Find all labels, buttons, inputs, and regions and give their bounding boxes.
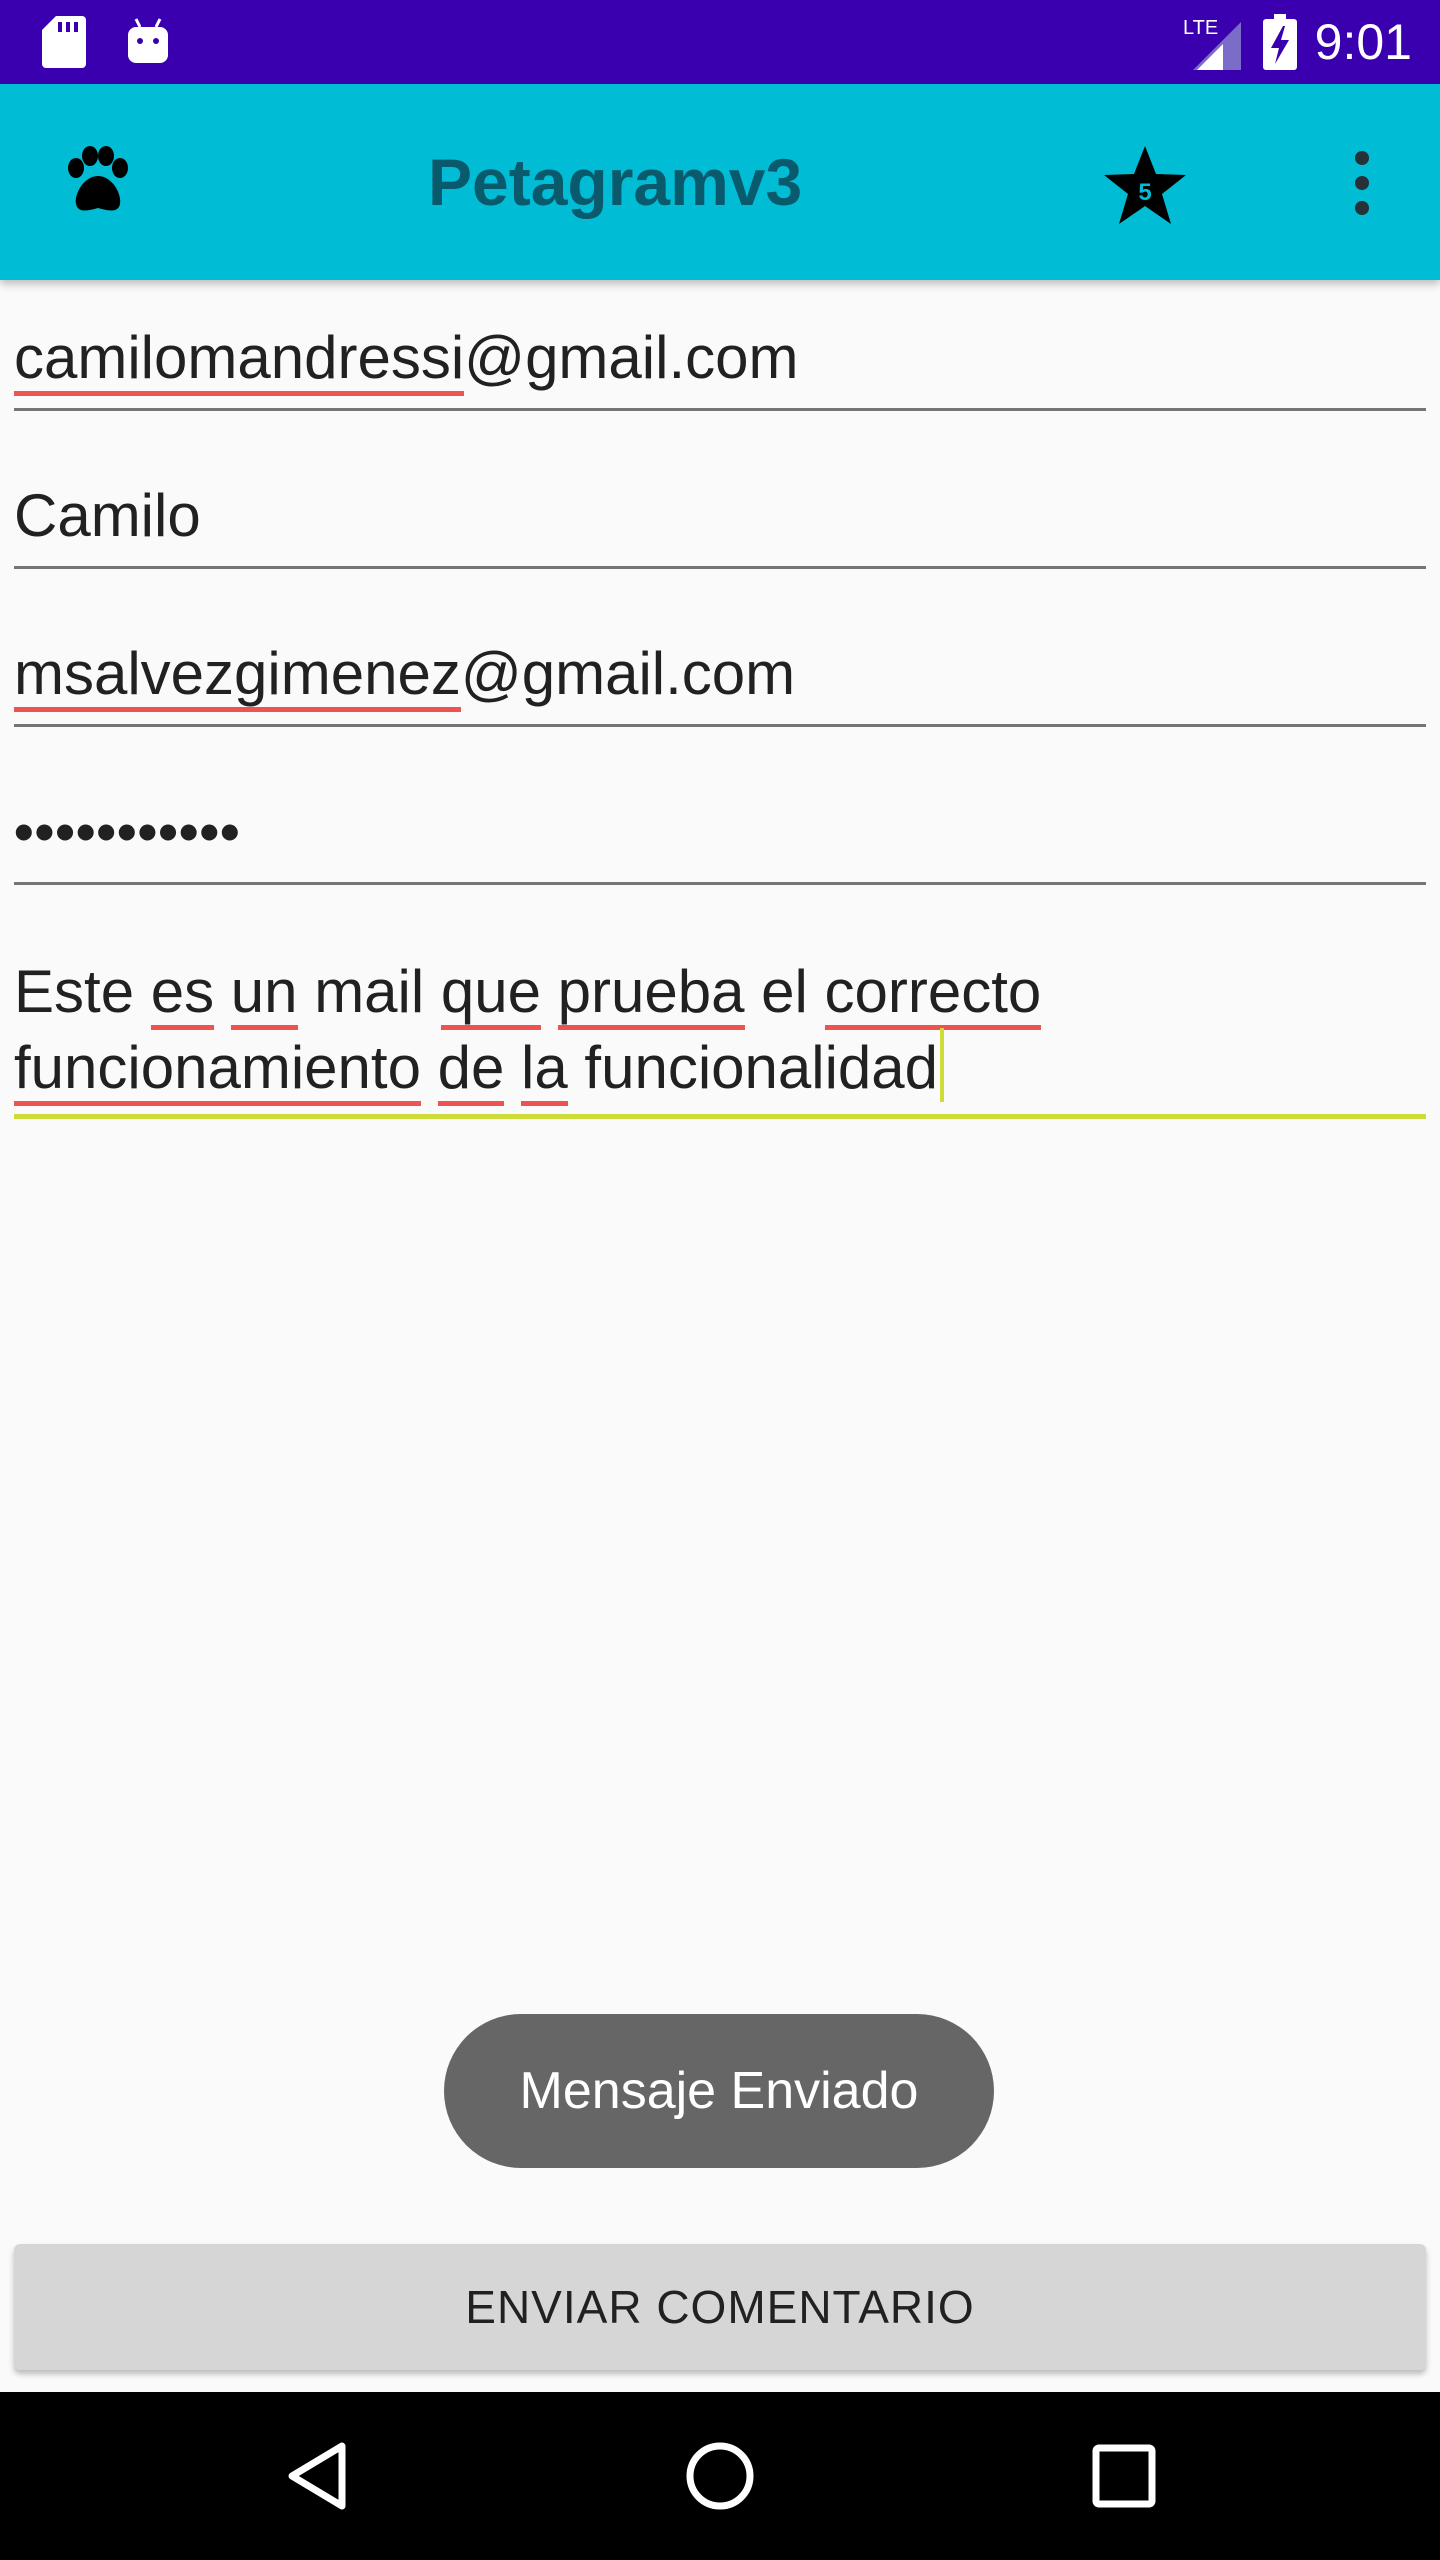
recipient-email-value: msalvezgimenez@gmail.com	[14, 638, 1426, 712]
sender-email-value: camilomandressi@gmail.com	[14, 322, 1426, 396]
name-value: Camilo	[14, 482, 201, 549]
navigation-bar	[0, 2392, 1440, 2560]
sd-card-icon	[42, 16, 86, 68]
star-badge: 5	[1138, 179, 1151, 206]
toast-message: Mensaje Enviado	[444, 2014, 994, 2168]
message-line-1: Este es un mail que prueba el correcto	[14, 956, 1426, 1030]
back-icon[interactable]	[278, 2434, 362, 2518]
status-bar-right: LTE 9:01	[1183, 0, 1412, 84]
signal-icon: LTE	[1183, 17, 1241, 70]
recents-icon[interactable]	[1082, 2434, 1166, 2518]
home-icon[interactable]	[678, 2434, 762, 2518]
recipient-email-field[interactable]: msalvezgimenez@gmail.com	[14, 638, 1426, 727]
clock: 9:01	[1314, 14, 1412, 70]
status-bar: LTE 9:01	[0, 0, 1440, 84]
message-line-2: funcionamiento de la funcionalidad	[14, 1028, 1426, 1106]
send-comment-button[interactable]: ENVIAR COMENTARIO	[14, 2244, 1426, 2370]
name-field[interactable]: Camilo	[14, 480, 1426, 569]
password-value: •••••••••••	[14, 800, 241, 863]
battery-charging-icon	[1262, 14, 1297, 70]
paw-icon	[68, 146, 128, 211]
app-title: Petagramv3	[428, 145, 803, 219]
network-label: LTE	[1183, 17, 1218, 39]
status-bar-left	[42, 16, 170, 68]
star-icon[interactable]: 5	[1100, 142, 1190, 232]
app-bar: Petagramv3 5	[0, 84, 1440, 280]
text-cursor	[940, 1028, 945, 1102]
sender-email-field[interactable]: camilomandressi@gmail.com	[14, 322, 1426, 411]
password-field[interactable]: •••••••••••	[14, 796, 1426, 885]
overflow-menu-icon[interactable]	[1340, 150, 1384, 216]
message-field[interactable]: Este es un mail que prueba el correcto f…	[14, 956, 1426, 1119]
android-icon	[128, 18, 168, 63]
